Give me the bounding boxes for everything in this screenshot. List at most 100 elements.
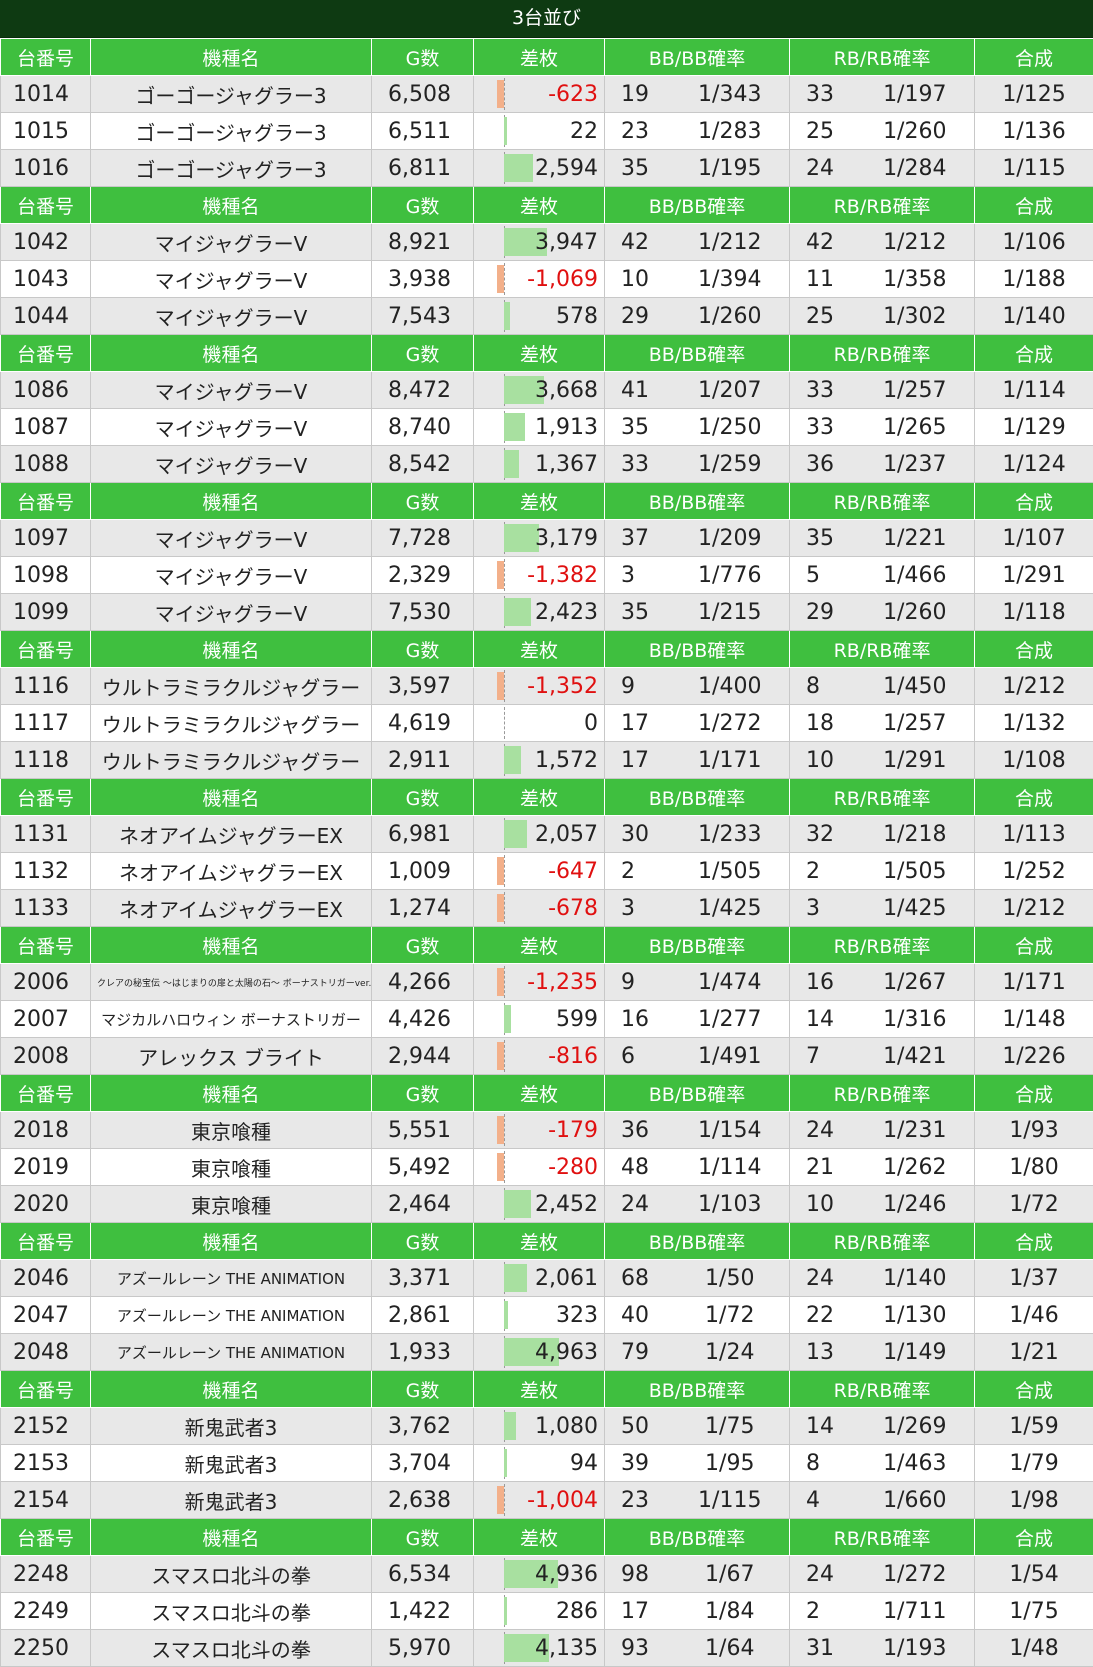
- coin-diff-value: 94: [570, 1451, 598, 1476]
- coin-diff: 1,080: [474, 1408, 605, 1445]
- bb-rate: 1/75: [671, 1408, 790, 1445]
- header-name: 機種名: [91, 631, 372, 668]
- rb-count: 13: [790, 1334, 856, 1371]
- coin-diff-value: 2,061: [535, 1266, 598, 1291]
- header-name: 機種名: [91, 1371, 372, 1408]
- header-name: 機種名: [91, 335, 372, 372]
- game-count: 5,970: [372, 1630, 474, 1667]
- game-count: 1,933: [372, 1334, 474, 1371]
- bb-count: 79: [605, 1334, 671, 1371]
- machine-number: 2047: [1, 1297, 91, 1334]
- machine-number: 1098: [1, 557, 91, 594]
- bb-rate: 1/259: [671, 446, 790, 483]
- bb-rate: 1/425: [671, 890, 790, 927]
- header-rb: RB/RB確率: [790, 1371, 975, 1408]
- game-count: 1,274: [372, 890, 474, 927]
- bb-count: 93: [605, 1630, 671, 1667]
- bb-rate: 1/209: [671, 520, 790, 557]
- coin-diff: -623: [474, 76, 605, 113]
- header-games: G数: [372, 1075, 474, 1112]
- combined-rate: 1/48: [975, 1630, 1093, 1667]
- combined-rate: 1/132: [975, 705, 1093, 742]
- coin-diff: -1,382: [474, 557, 605, 594]
- machine-number: 2048: [1, 1334, 91, 1371]
- rb-count: 24: [790, 150, 856, 187]
- bb-rate: 1/505: [671, 853, 790, 890]
- bb-count: 50: [605, 1408, 671, 1445]
- coin-diff: 22: [474, 113, 605, 150]
- table-row: 1133ネオアイムジャグラーEX1,274-67831/42531/4251/2…: [1, 890, 1093, 927]
- header-bb: BB/BB確率: [605, 483, 790, 520]
- table-row: 1087マイジャグラーV8,7401,913351/250331/2651/12…: [1, 409, 1093, 446]
- bb-count: 68: [605, 1260, 671, 1297]
- header-bb: BB/BB確率: [605, 39, 790, 76]
- coin-diff-value: 599: [556, 1007, 598, 1032]
- header-no: 台番号: [1, 39, 91, 76]
- bb-count: 3: [605, 557, 671, 594]
- header-bb: BB/BB確率: [605, 187, 790, 224]
- coin-diff: 3,668: [474, 372, 605, 409]
- game-count: 6,508: [372, 76, 474, 113]
- zero-line: [504, 559, 505, 591]
- rb-count: 24: [790, 1112, 856, 1149]
- header-name: 機種名: [91, 1223, 372, 1260]
- header-diff: 差枚: [474, 1519, 605, 1556]
- bb-count: 9: [605, 964, 671, 1001]
- rb-rate: 1/260: [856, 113, 975, 150]
- diff-bar: [497, 80, 504, 108]
- coin-diff: -1,069: [474, 261, 605, 298]
- coin-diff-value: 3,179: [535, 526, 598, 551]
- coin-diff-value: 2,452: [535, 1192, 598, 1217]
- combined-rate: 1/212: [975, 668, 1093, 705]
- header-row: 台番号機種名G数差枚BB/BB確率RB/RB確率合成: [1, 39, 1093, 76]
- rb-count: 24: [790, 1260, 856, 1297]
- combined-rate: 1/79: [975, 1445, 1093, 1482]
- rb-count: 8: [790, 668, 856, 705]
- header-games: G数: [372, 1223, 474, 1260]
- header-diff: 差枚: [474, 39, 605, 76]
- coin-diff-value: 4,135: [535, 1636, 598, 1661]
- rb-count: 33: [790, 76, 856, 113]
- sheet-title: 3台並び: [0, 0, 1093, 38]
- combined-rate: 1/113: [975, 816, 1093, 853]
- bb-rate: 1/24: [671, 1334, 790, 1371]
- table-row: 2048アズールレーン THE ANIMATION1,9334,963791/2…: [1, 1334, 1093, 1371]
- machine-number: 1043: [1, 261, 91, 298]
- bb-count: 37: [605, 520, 671, 557]
- coin-diff-value: 0: [584, 711, 598, 736]
- bb-count: 10: [605, 261, 671, 298]
- header-no: 台番号: [1, 1519, 91, 1556]
- coin-diff: 1,367: [474, 446, 605, 483]
- zero-line: [504, 1151, 505, 1183]
- rb-count: 2: [790, 853, 856, 890]
- combined-rate: 1/124: [975, 446, 1093, 483]
- machine-name: マイジャグラーV: [91, 594, 372, 631]
- game-count: 6,534: [372, 1556, 474, 1593]
- header-name: 機種名: [91, 927, 372, 964]
- header-rb: RB/RB確率: [790, 1075, 975, 1112]
- machine-number: 2152: [1, 1408, 91, 1445]
- diff-bar: [497, 1116, 504, 1144]
- rb-count: 31: [790, 1630, 856, 1667]
- rb-rate: 1/262: [856, 1149, 975, 1186]
- bb-count: 35: [605, 409, 671, 446]
- bb-count: 39: [605, 1445, 671, 1482]
- header-row: 台番号機種名G数差枚BB/BB確率RB/RB確率合成: [1, 187, 1093, 224]
- coin-diff-value: 2,594: [535, 156, 598, 181]
- machine-name: 東京喰種: [91, 1112, 372, 1149]
- machine-number: 1133: [1, 890, 91, 927]
- bb-rate: 1/171: [671, 742, 790, 779]
- coin-diff-value: -280: [548, 1155, 598, 1180]
- bb-count: 23: [605, 113, 671, 150]
- diff-bar: [504, 154, 533, 182]
- bb-count: 35: [605, 150, 671, 187]
- rb-count: 14: [790, 1408, 856, 1445]
- machine-number: 1131: [1, 816, 91, 853]
- machine-name: マイジャグラーV: [91, 372, 372, 409]
- combined-rate: 1/108: [975, 742, 1093, 779]
- machine-number: 2006: [1, 964, 91, 1001]
- table-row: 1086マイジャグラーV8,4723,668411/207331/2571/11…: [1, 372, 1093, 409]
- coin-diff: -280: [474, 1149, 605, 1186]
- bb-count: 29: [605, 298, 671, 335]
- rb-rate: 1/231: [856, 1112, 975, 1149]
